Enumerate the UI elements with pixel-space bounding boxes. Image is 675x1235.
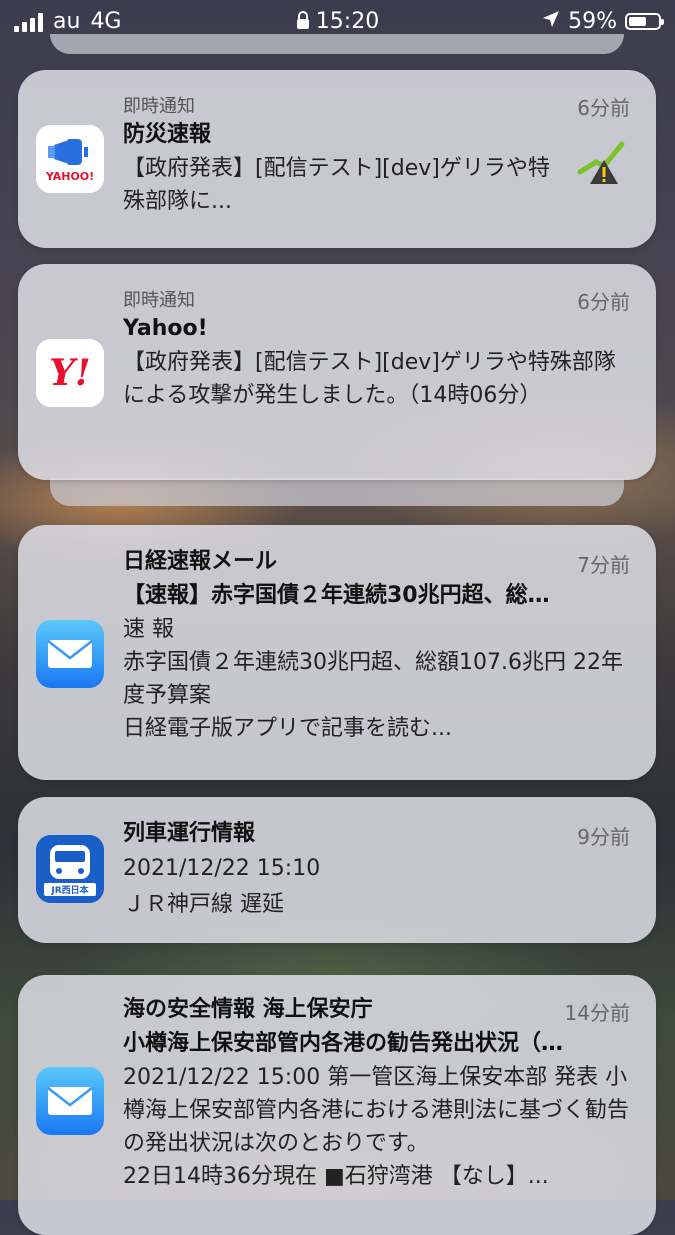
location-arrow-icon: [542, 9, 560, 34]
notification-time: 6分前: [577, 96, 630, 120]
stacked-notification-edge[interactable]: [50, 478, 624, 506]
yahoo-japan-megaphone-icon: YAHOO!: [36, 125, 104, 193]
yahoo-y-icon: Y!: [36, 339, 104, 407]
notification-body: 2021/12/22 15:00 第一管区海上保安本部 発表 小樽海上保安部管内…: [123, 1065, 630, 1189]
stacked-notification-edge[interactable]: [50, 34, 624, 54]
notification-body: 【政府発表】[配信テスト][dev]ゲリラや特殊部隊による攻撃が発生しました。（…: [123, 350, 616, 408]
notification-category: 即時通知: [123, 96, 195, 117]
notification-body: 【政府発表】[配信テスト][dev]ゲリラや特殊部隊に...: [123, 156, 550, 214]
battery-percent: 59%: [568, 9, 617, 34]
clock: 15:20: [315, 9, 380, 34]
notification-card[interactable]: 海の安全情報 海上保安庁 14分前 小樽海上保安部管内各港の勧告発出状況（… 2…: [18, 975, 656, 1235]
notification-time: 7分前: [577, 553, 630, 577]
mail-icon: [36, 620, 104, 688]
jr-west-train-icon: JR西日本: [36, 835, 104, 903]
notification-title: Yahoo!: [123, 316, 208, 341]
lock-icon: [296, 10, 310, 35]
notification-title: 列車運行情報: [123, 821, 256, 846]
notification-time: 6分前: [577, 290, 630, 314]
notification-time: 14分前: [564, 1001, 630, 1025]
notification-card[interactable]: 日経速報メール 7分前 【速報】赤字国債２年連続30兆円超、総… 速 報 赤字国…: [18, 525, 656, 780]
notification-time: 9分前: [577, 825, 630, 849]
svg-text:Y!: Y!: [49, 352, 91, 394]
notification-body: 2021/12/22 15:10 ＪＲ神戸線 遅延: [123, 856, 321, 917]
notification-card[interactable]: YAHOO! 即時通知 6分前 防災速報 【政府発表】[配信テスト][dev]ゲ…: [18, 70, 656, 248]
mail-icon: [36, 1067, 104, 1135]
battery-icon: [625, 13, 664, 30]
notification-subtitle: 【速報】赤字国債２年連続30兆円超、総…: [123, 583, 550, 608]
notification-category: 即時通知: [123, 290, 195, 311]
notification-body: 速 報 赤字国債２年連続30兆円超、総額107.6兆円 22年度予算案 日経電子…: [123, 617, 623, 741]
notification-title: 日経速報メール: [123, 549, 278, 574]
warning-thumbnail-icon: [574, 132, 632, 190]
notification-card[interactable]: JR西日本 列車運行情報 9分前 2021/12/22 15:10 ＪＲ神戸線 …: [18, 797, 656, 943]
notification-card[interactable]: Y! 即時通知 6分前 Yahoo! 【政府発表】[配信テスト][dev]ゲリラ…: [18, 264, 656, 480]
notification-title: 防災速報: [123, 122, 212, 147]
notification-title: 海の安全情報 海上保安庁: [123, 997, 373, 1022]
svg-text:YAHOO!: YAHOO!: [45, 170, 94, 183]
notification-subtitle: 小樽海上保安部管内各港の勧告発出状況（…: [123, 1031, 564, 1056]
svg-text:JR西日本: JR西日本: [50, 884, 89, 896]
